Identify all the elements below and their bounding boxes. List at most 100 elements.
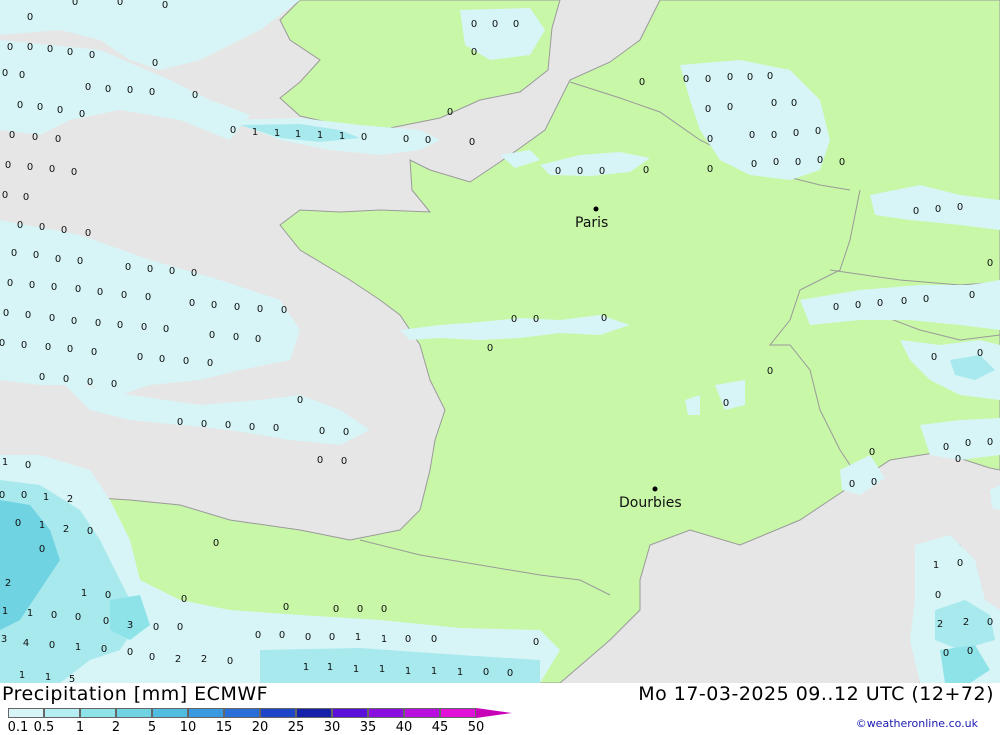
svg-text:0: 0 xyxy=(447,107,453,118)
svg-text:0: 0 xyxy=(49,313,55,324)
svg-text:1: 1 xyxy=(405,666,411,677)
svg-text:0: 0 xyxy=(77,256,83,267)
svg-text:1: 1 xyxy=(2,606,8,617)
svg-text:0: 0 xyxy=(27,42,33,53)
svg-text:0: 0 xyxy=(32,132,38,143)
svg-text:0: 0 xyxy=(97,287,103,298)
svg-text:0: 0 xyxy=(2,190,8,201)
svg-text:0: 0 xyxy=(3,308,9,319)
svg-text:0: 0 xyxy=(935,590,941,601)
legend-color-cell xyxy=(152,708,188,718)
svg-text:1: 1 xyxy=(339,131,345,142)
svg-text:0: 0 xyxy=(21,490,27,501)
svg-text:0: 0 xyxy=(183,356,189,367)
svg-text:0: 0 xyxy=(727,102,733,113)
svg-text:0: 0 xyxy=(492,19,498,30)
legend-color-cell xyxy=(260,708,296,718)
svg-text:2: 2 xyxy=(67,494,73,505)
svg-text:0: 0 xyxy=(27,162,33,173)
svg-text:0: 0 xyxy=(639,77,645,88)
svg-text:0: 0 xyxy=(63,374,69,385)
svg-text:0: 0 xyxy=(683,74,689,85)
svg-text:2: 2 xyxy=(175,654,181,665)
svg-text:0: 0 xyxy=(723,398,729,409)
svg-text:0: 0 xyxy=(87,377,93,388)
svg-text:1: 1 xyxy=(27,608,33,619)
svg-text:0: 0 xyxy=(55,134,61,145)
svg-text:0: 0 xyxy=(297,395,303,406)
svg-text:0: 0 xyxy=(249,422,255,433)
city-label-dourbies: Dourbies xyxy=(619,495,682,511)
svg-text:0: 0 xyxy=(101,644,107,655)
legend-color-cell xyxy=(116,708,152,718)
svg-text:0: 0 xyxy=(577,166,583,177)
svg-text:1: 1 xyxy=(317,130,323,141)
svg-text:0: 0 xyxy=(105,84,111,95)
svg-text:0: 0 xyxy=(273,423,279,434)
svg-text:0: 0 xyxy=(0,490,5,501)
svg-text:0: 0 xyxy=(49,164,55,175)
svg-text:0: 0 xyxy=(935,204,941,215)
svg-text:1: 1 xyxy=(43,492,49,503)
svg-text:0: 0 xyxy=(431,634,437,645)
legend-color-cell xyxy=(44,708,80,718)
svg-text:1: 1 xyxy=(2,457,8,468)
svg-text:0: 0 xyxy=(771,98,777,109)
svg-text:0: 0 xyxy=(233,332,239,343)
legend-arrow xyxy=(476,708,512,718)
svg-text:1: 1 xyxy=(431,666,437,677)
svg-text:0: 0 xyxy=(213,538,219,549)
svg-text:0: 0 xyxy=(163,324,169,335)
svg-text:0: 0 xyxy=(11,248,17,259)
credit-link[interactable]: ©weatheronline.co.uk xyxy=(856,717,978,730)
svg-text:0: 0 xyxy=(727,72,733,83)
svg-text:1: 1 xyxy=(252,127,258,138)
svg-text:0: 0 xyxy=(137,352,143,363)
svg-text:0: 0 xyxy=(957,202,963,213)
svg-text:2: 2 xyxy=(201,654,207,665)
svg-text:0: 0 xyxy=(555,166,561,177)
svg-text:0: 0 xyxy=(162,0,168,11)
svg-text:0: 0 xyxy=(234,302,240,313)
svg-text:0: 0 xyxy=(191,268,197,279)
svg-text:0: 0 xyxy=(341,456,347,467)
svg-text:0: 0 xyxy=(67,344,73,355)
svg-text:0: 0 xyxy=(177,622,183,633)
svg-text:0: 0 xyxy=(85,82,91,93)
svg-text:0: 0 xyxy=(152,58,158,69)
svg-text:0: 0 xyxy=(95,318,101,329)
svg-text:0: 0 xyxy=(225,420,231,431)
svg-text:0: 0 xyxy=(79,109,85,120)
svg-text:0: 0 xyxy=(227,656,233,667)
svg-text:0: 0 xyxy=(2,68,8,79)
svg-text:0: 0 xyxy=(117,320,123,331)
svg-text:0: 0 xyxy=(869,447,875,458)
svg-text:0: 0 xyxy=(361,132,367,143)
svg-text:0: 0 xyxy=(533,314,539,325)
svg-text:1: 1 xyxy=(355,632,361,643)
city-label-paris: Paris xyxy=(575,215,608,231)
svg-text:0: 0 xyxy=(71,316,77,327)
svg-text:0: 0 xyxy=(207,358,213,369)
svg-text:2: 2 xyxy=(937,619,943,630)
svg-text:0: 0 xyxy=(111,379,117,390)
svg-text:2: 2 xyxy=(63,524,69,535)
svg-text:0: 0 xyxy=(967,646,973,657)
svg-text:0: 0 xyxy=(125,262,131,273)
legend-color-cell xyxy=(440,708,476,718)
svg-text:2: 2 xyxy=(5,578,11,589)
svg-text:0: 0 xyxy=(87,526,93,537)
svg-text:0: 0 xyxy=(39,544,45,555)
legend-color-cell xyxy=(368,708,404,718)
svg-text:1: 1 xyxy=(379,664,385,675)
svg-text:0: 0 xyxy=(47,44,53,55)
svg-text:0: 0 xyxy=(771,130,777,141)
svg-text:0: 0 xyxy=(317,455,323,466)
svg-text:0: 0 xyxy=(793,128,799,139)
svg-text:0: 0 xyxy=(507,668,513,679)
svg-text:0: 0 xyxy=(329,632,335,643)
svg-text:1: 1 xyxy=(45,672,51,683)
svg-text:0: 0 xyxy=(17,100,23,111)
svg-text:1: 1 xyxy=(295,129,301,140)
svg-text:0: 0 xyxy=(471,47,477,58)
